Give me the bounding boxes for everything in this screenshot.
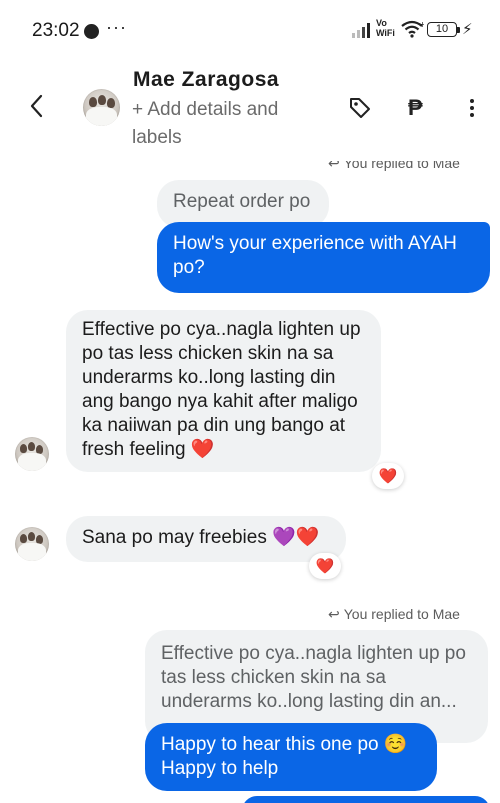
hearts-emoji: 💜❤️ xyxy=(272,527,320,548)
sent-message-partial[interactable] xyxy=(242,796,490,803)
quoted-message[interactable]: Repeat order po xyxy=(157,180,329,228)
sender-avatar[interactable] xyxy=(15,437,49,471)
back-arrow-icon[interactable] xyxy=(26,92,48,120)
notification-dot-icon xyxy=(84,24,99,39)
sent-message[interactable]: How's your experience with AYAH po? xyxy=(157,222,490,293)
battery-icon: 10 xyxy=(427,22,457,37)
sent-message-line: Happy to help xyxy=(161,758,279,779)
more-vertical-icon[interactable] xyxy=(469,99,475,119)
status-time: 23:02 xyxy=(32,20,80,41)
replied-indicator-bottom: ↩ You replied to Mae xyxy=(328,606,460,623)
battery-tip xyxy=(457,27,460,33)
status-bar: 23:02 ··· Vo WiFi + 10 ⚡︎ xyxy=(0,0,500,62)
reply-arrow-icon: ↩ xyxy=(328,606,340,622)
status-more-icon: ··· xyxy=(106,17,127,37)
heart-reaction-icon[interactable]: ❤️ xyxy=(309,553,341,579)
signal-icon xyxy=(352,23,370,38)
sender-avatar[interactable] xyxy=(15,527,49,561)
replied-text: You replied to Mae xyxy=(343,155,460,171)
contact-avatar[interactable] xyxy=(83,89,120,126)
contact-name[interactable]: Mae Zaragosa xyxy=(133,68,279,92)
vowifi-label: Vo WiFi xyxy=(376,18,395,38)
replied-text: You replied to Mae xyxy=(343,606,460,622)
heart-emoji: ❤️ xyxy=(190,439,215,460)
add-details-link[interactable]: + Add details and labels xyxy=(132,96,322,152)
peso-icon[interactable]: ₱ xyxy=(408,95,423,121)
message-list[interactable]: ↩ You replied to Mae Repeat order po How'… xyxy=(0,155,500,803)
tag-icon[interactable] xyxy=(348,96,372,120)
reply-arrow-icon: ↩ xyxy=(328,155,340,171)
sent-message[interactable]: Happy to hear this one po ☺️ Happy to he… xyxy=(145,723,437,791)
received-message-text: Effective po cya..nagla lighten up po ta… xyxy=(82,319,361,460)
charging-icon: ⚡︎ xyxy=(462,21,473,38)
svg-text:+: + xyxy=(419,20,424,29)
sent-message-line: Happy to hear this one po ☺️ xyxy=(161,734,408,755)
replied-indicator-top: ↩ You replied to Mae xyxy=(328,155,460,172)
received-message-text: Sana po may freebies xyxy=(82,527,267,548)
heart-reaction-icon[interactable]: ❤️ xyxy=(372,463,404,489)
received-message[interactable]: Sana po may freebies 💜❤️ xyxy=(66,516,346,562)
received-message[interactable]: Effective po cya..nagla lighten up po ta… xyxy=(66,310,381,472)
wifi-icon: + xyxy=(401,20,424,38)
